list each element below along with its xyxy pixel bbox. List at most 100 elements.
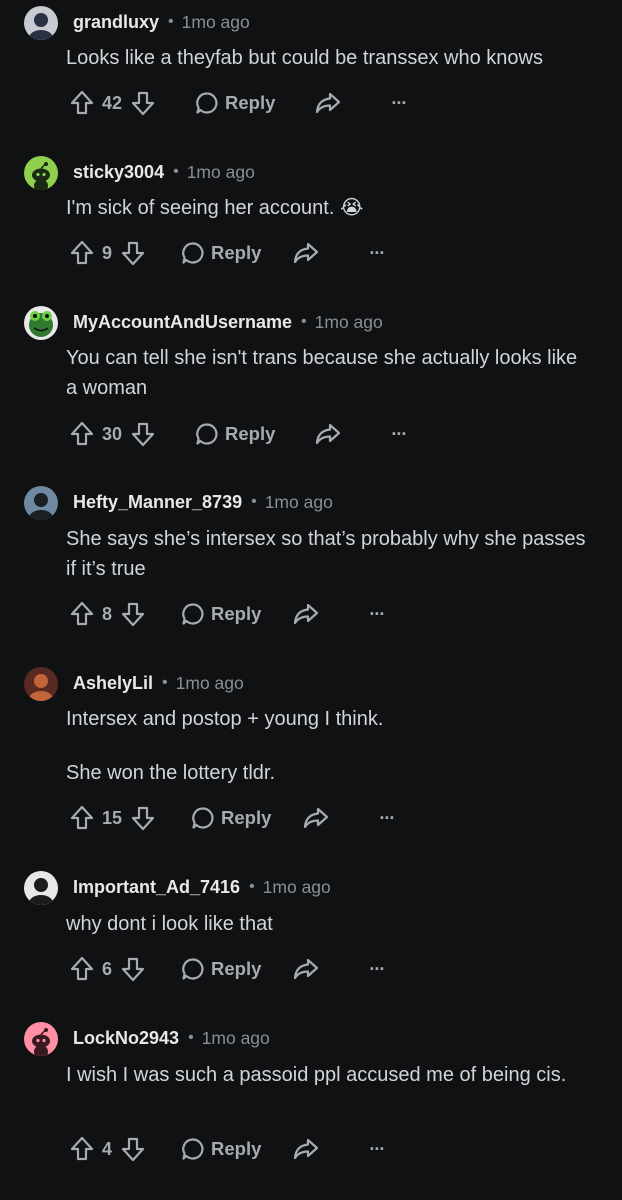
user-avatar[interactable] xyxy=(24,486,58,520)
upvote-icon[interactable] xyxy=(70,1136,94,1162)
comment-actions: 4 Reply ··· xyxy=(70,1132,385,1166)
separator-dot: • xyxy=(251,493,257,510)
reply-label: Reply xyxy=(221,807,272,828)
comment-body: Intersex and postop + young I think. She … xyxy=(66,704,592,788)
vote-count: 6 xyxy=(102,958,113,979)
username[interactable]: AshelyLil xyxy=(73,673,153,694)
comment-line: why dont i look like that xyxy=(66,913,273,935)
separator-dot: • xyxy=(249,878,255,895)
user-avatar[interactable] xyxy=(24,156,58,190)
comment-meta: AshelyLil • 1mo ago xyxy=(73,671,244,695)
username[interactable]: grandluxy xyxy=(73,12,159,33)
share-icon[interactable] xyxy=(315,91,341,115)
user-avatar[interactable] xyxy=(24,6,58,40)
downvote-icon[interactable] xyxy=(121,956,145,982)
comment-bubble-icon xyxy=(181,1137,205,1161)
username[interactable]: MyAccountAndUsername xyxy=(73,312,292,333)
separator-dot: • xyxy=(301,313,307,330)
username[interactable]: Important_Ad_7416 xyxy=(73,877,240,898)
user-avatar[interactable] xyxy=(24,1022,58,1056)
comment-meta: Important_Ad_7416 • 1mo ago xyxy=(73,875,331,899)
downvote-icon[interactable] xyxy=(121,240,145,266)
reply-label: Reply xyxy=(225,92,276,113)
comment-body: Looks like a theyfab but could be transs… xyxy=(66,43,592,73)
comment-meta: Hefty_Manner_8739 • 1mo ago xyxy=(73,490,333,514)
more-options-icon[interactable]: ··· xyxy=(379,808,395,829)
timestamp: 1mo ago xyxy=(264,491,333,512)
upvote-icon[interactable] xyxy=(70,805,94,831)
comment-meta: LockNo2943 • 1mo ago xyxy=(73,1026,270,1050)
more-options-icon[interactable]: ··· xyxy=(391,424,407,445)
downvote-icon[interactable] xyxy=(131,805,155,831)
user-avatar[interactable] xyxy=(24,871,58,905)
downvote-icon[interactable] xyxy=(131,90,155,116)
share-icon[interactable] xyxy=(293,602,319,626)
comment-line: I'm sick of seeing her account. 😭 xyxy=(66,197,364,219)
vote-count: 42 xyxy=(102,92,123,113)
vote-count: 15 xyxy=(102,807,123,828)
comment-meta: MyAccountAndUsername • 1mo ago xyxy=(73,310,383,334)
comment-body: You can tell she isn't trans because she… xyxy=(66,343,592,403)
more-options-icon[interactable]: ··· xyxy=(369,959,385,980)
vote-count: 4 xyxy=(102,1138,113,1159)
reply-label: Reply xyxy=(211,603,262,624)
separator-dot: • xyxy=(188,1029,194,1046)
comment-body: She says she’s intersex so that’s probab… xyxy=(66,524,592,584)
comment-bubble-icon xyxy=(181,957,205,981)
comment-actions: 9 Reply ··· xyxy=(70,236,385,270)
reply-button[interactable]: Reply xyxy=(195,91,275,115)
timestamp: 1mo ago xyxy=(201,1027,270,1048)
more-options-icon[interactable]: ··· xyxy=(369,243,385,264)
upvote-icon[interactable] xyxy=(70,240,94,266)
comment-bubble-icon xyxy=(195,422,219,446)
username[interactable]: Hefty_Manner_8739 xyxy=(73,492,242,513)
comment-meta: sticky3004 • 1mo ago xyxy=(73,160,255,184)
username[interactable]: sticky3004 xyxy=(73,162,164,183)
timestamp: 1mo ago xyxy=(262,876,331,897)
comment-bubble-icon xyxy=(181,602,205,626)
comment-line: She says she’s intersex so that’s probab… xyxy=(66,528,586,580)
comment-line: You can tell she isn't trans because she… xyxy=(66,347,578,399)
comment-bubble-icon xyxy=(191,806,215,830)
comment-actions: 8 Reply ··· xyxy=(70,597,385,631)
more-options-icon[interactable]: ··· xyxy=(369,1139,385,1160)
username[interactable]: LockNo2943 xyxy=(73,1028,179,1049)
user-avatar[interactable] xyxy=(24,306,58,340)
comment-line: Intersex and postop + young I think. xyxy=(66,708,384,730)
reply-button[interactable]: Reply xyxy=(181,1137,261,1161)
timestamp: 1mo ago xyxy=(186,161,255,182)
upvote-icon[interactable] xyxy=(70,90,94,116)
share-icon[interactable] xyxy=(303,806,329,830)
comment-actions: 6 Reply ··· xyxy=(70,952,385,986)
comment-actions: 42 Reply ··· xyxy=(70,86,407,120)
reply-button[interactable]: Reply xyxy=(181,241,261,265)
separator-dot: • xyxy=(162,674,168,691)
upvote-icon[interactable] xyxy=(70,601,94,627)
more-options-icon[interactable]: ··· xyxy=(369,604,385,625)
share-icon[interactable] xyxy=(293,241,319,265)
share-icon[interactable] xyxy=(293,957,319,981)
timestamp: 1mo ago xyxy=(181,11,250,32)
reply-button[interactable]: Reply xyxy=(181,957,261,981)
upvote-icon[interactable] xyxy=(70,956,94,982)
comment-meta: grandluxy • 1mo ago xyxy=(73,10,250,34)
upvote-icon[interactable] xyxy=(70,421,94,447)
vote-count: 30 xyxy=(102,423,123,444)
reply-button[interactable]: Reply xyxy=(181,602,261,626)
share-icon[interactable] xyxy=(293,1137,319,1161)
comment-line xyxy=(66,734,592,758)
more-options-icon[interactable]: ··· xyxy=(391,93,407,114)
comment-bubble-icon xyxy=(181,241,205,265)
reply-label: Reply xyxy=(225,423,276,444)
downvote-icon[interactable] xyxy=(131,421,155,447)
share-icon[interactable] xyxy=(315,422,341,446)
user-avatar[interactable] xyxy=(24,667,58,701)
downvote-icon[interactable] xyxy=(121,601,145,627)
timestamp: 1mo ago xyxy=(314,311,383,332)
reply-button[interactable]: Reply xyxy=(195,422,275,446)
reply-button[interactable]: Reply xyxy=(191,806,271,830)
timestamp: 1mo ago xyxy=(175,672,244,693)
downvote-icon[interactable] xyxy=(121,1136,145,1162)
comment-actions: 30 Reply ··· xyxy=(70,417,407,451)
comment-body: why dont i look like that xyxy=(66,909,592,939)
